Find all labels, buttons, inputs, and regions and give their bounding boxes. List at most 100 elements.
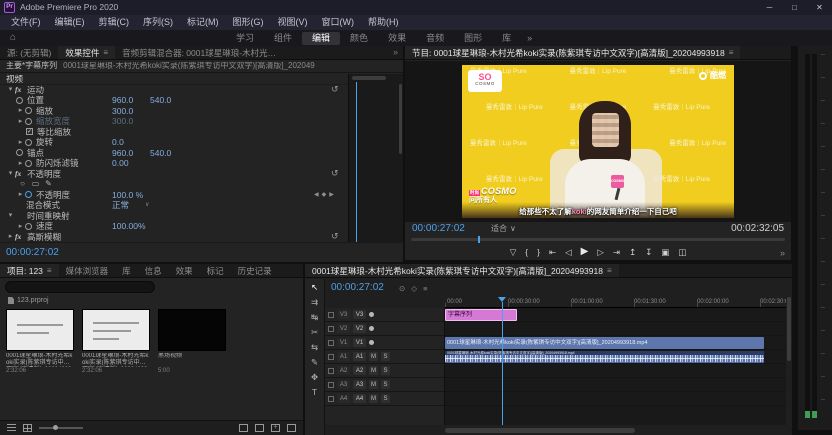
tab-info[interactable]: 信息 [138,264,169,278]
add-marker-button[interactable]: ▽ [510,248,517,257]
project-search-input[interactable] [5,281,155,293]
timeline-vertical-scrollbar[interactable] [787,297,791,361]
twirl-closed-icon[interactable]: ▸ [16,191,25,198]
track-visibility-icon[interactable] [369,312,374,317]
audio-clip[interactable]: 0001球星琳琅-木村光希koki实录(陈紫琪专访中文双字)[高清版]_2020… [445,351,764,363]
project-item-black-video[interactable]: 黑场视频 5:00 [158,309,226,374]
tab-program-monitor[interactable]: 节目: 0001球星琳琅-木村光希koki实录(陈紫琪专访中文双字)[高清版]_… [405,46,740,60]
step-back-button[interactable]: ◁ [565,248,572,257]
track-visibility-icon[interactable] [369,326,374,331]
mark-in-button[interactable]: { [525,248,528,257]
ellipse-mask-icon[interactable]: ○ [16,180,29,188]
project-bin-row[interactable]: 123.prproj [8,297,49,304]
linked-selection-icon[interactable]: ◇ [411,285,417,293]
scale-width-value[interactable]: 300.0 [112,117,133,126]
panel-menu-icon[interactable]: ≡ [729,46,734,60]
tab-project[interactable]: 项目: 123 ≡ [0,264,59,278]
track-header-v1[interactable]: V1 V1 [325,336,444,350]
track-header-a1[interactable]: A1 A1 M S [325,350,444,364]
reset-effect-icon[interactable]: ↺ [331,85,339,94]
thumbnail-zoom-slider[interactable] [39,427,83,429]
effect-controls-scrollbar[interactable] [399,84,402,154]
track-header-v2[interactable]: V2 V2 [325,322,444,336]
track-header-v3[interactable]: V3 V3 [325,308,444,322]
solo-button[interactable]: S [381,380,390,389]
lock-icon[interactable] [328,340,334,346]
mini-timeline-playhead[interactable] [356,82,357,242]
workspace-tab-graphics[interactable]: 图形 [454,32,492,45]
rotation-value[interactable]: 0.0 [112,138,124,147]
lift-button[interactable]: ↥ [629,248,636,257]
type-tool[interactable]: T [312,388,317,398]
track-a2-lane[interactable] [445,364,786,378]
delete-icon[interactable] [287,424,296,432]
blend-mode-select[interactable]: 正常 [112,201,129,210]
source-patch-badge[interactable]: A4 [337,394,350,403]
maximize-button[interactable]: □ [782,0,807,15]
graphic-clip[interactable]: 字幕序列 [445,309,517,321]
track-target-badge[interactable]: V1 [353,338,366,347]
scrubber-playhead[interactable] [478,236,480,243]
fx-badge-icon[interactable]: fx [15,233,27,241]
track-v2-lane[interactable] [445,322,786,336]
track-visibility-icon[interactable] [369,340,374,345]
tab-effect-controls[interactable]: 效果控件 ≡ [58,46,115,60]
timeline-settings-icon[interactable]: ≡ [423,285,427,293]
lock-icon[interactable] [328,396,334,402]
workspace-tab-audio[interactable]: 音频 [416,32,454,45]
menu-item-window[interactable]: 窗口(W) [315,15,362,30]
anchor-y-value[interactable]: 540.0 [150,149,171,158]
go-to-out-button[interactable]: ⇥ [613,248,620,257]
ripple-edit-tool[interactable]: ↹ [311,313,318,323]
list-view-icon[interactable] [7,424,16,432]
menu-item-clip[interactable]: 剪辑(C) [92,15,137,30]
menu-item-edit[interactable]: 编辑(E) [48,15,92,30]
track-header-a3[interactable]: A3 A3 M S [325,378,444,392]
solo-button[interactable]: S [381,394,390,403]
workspace-tab-color[interactable]: 颜色 [340,32,378,45]
twirl-open-icon[interactable]: ▾ [6,86,15,93]
workspace-tab-assembly[interactable]: 组件 [264,32,302,45]
new-bin-icon[interactable] [255,424,264,432]
track-v3-lane[interactable]: 字幕序列 [445,308,786,322]
stopwatch-icon[interactable] [25,223,32,230]
pen-mask-icon[interactable]: ✎ [42,180,55,188]
track-header-a4[interactable]: A4 A4 M S [325,392,444,406]
previous-keyframe-icon[interactable]: ◀ [314,192,319,198]
timeline-playhead-handle[interactable] [498,297,506,306]
track-target-badge[interactable]: V2 [353,324,366,333]
selection-tool[interactable]: ↖ [311,283,318,293]
track-target-badge[interactable]: A1 [353,352,366,361]
position-y-value[interactable]: 540.0 [150,96,171,105]
timeline-playhead[interactable] [502,302,503,425]
reset-effect-icon[interactable]: ↺ [331,232,339,241]
twirl-closed-icon[interactable]: ▸ [16,160,25,167]
rectangle-mask-icon[interactable]: ▭ [29,180,42,188]
effect-controls-timecode[interactable]: 00:00:27:02 [6,248,59,258]
slip-tool[interactable]: ⇆ [311,343,318,353]
menu-item-graphics[interactable]: 图形(G) [226,15,271,30]
track-target-badge[interactable]: A3 [353,380,366,389]
workspace-tab-effects[interactable]: 效果 [378,32,416,45]
menu-item-markers[interactable]: 标记(M) [180,15,226,30]
project-item-footage[interactable]: 0001球星琳琅-木村光希koki实录(陈紫琪专访中文双字)[高清版]_2020… [82,309,150,374]
mute-button[interactable]: M [369,394,378,403]
mute-button[interactable]: M [369,380,378,389]
project-item-sequence[interactable]: 0001球星琳琅-木村光希koki实录(陈紫琪专访中文双字)[高清版]_2020… [6,309,74,374]
track-target-badge[interactable]: V3 [353,310,366,319]
source-patch-badge[interactable]: A3 [337,380,350,389]
stopwatch-icon[interactable] [16,97,23,104]
source-patch-badge[interactable]: A1 [337,352,350,361]
volume-rubber-band[interactable] [445,358,764,359]
menu-item-file[interactable]: 文件(F) [4,15,48,30]
step-forward-button[interactable]: ▷ [597,248,604,257]
extract-button[interactable]: ↧ [645,248,652,257]
solo-button[interactable]: S [381,366,390,375]
track-target-badge[interactable]: A2 [353,366,366,375]
lock-icon[interactable] [328,382,334,388]
source-patch-badge[interactable]: V2 [337,324,350,333]
go-to-in-button[interactable]: ⇤ [549,248,556,257]
add-keyframe-icon[interactable]: ◆ [322,192,327,198]
twirl-open-icon[interactable]: ▾ [6,170,15,177]
snap-icon[interactable]: ⊙ [399,285,405,293]
